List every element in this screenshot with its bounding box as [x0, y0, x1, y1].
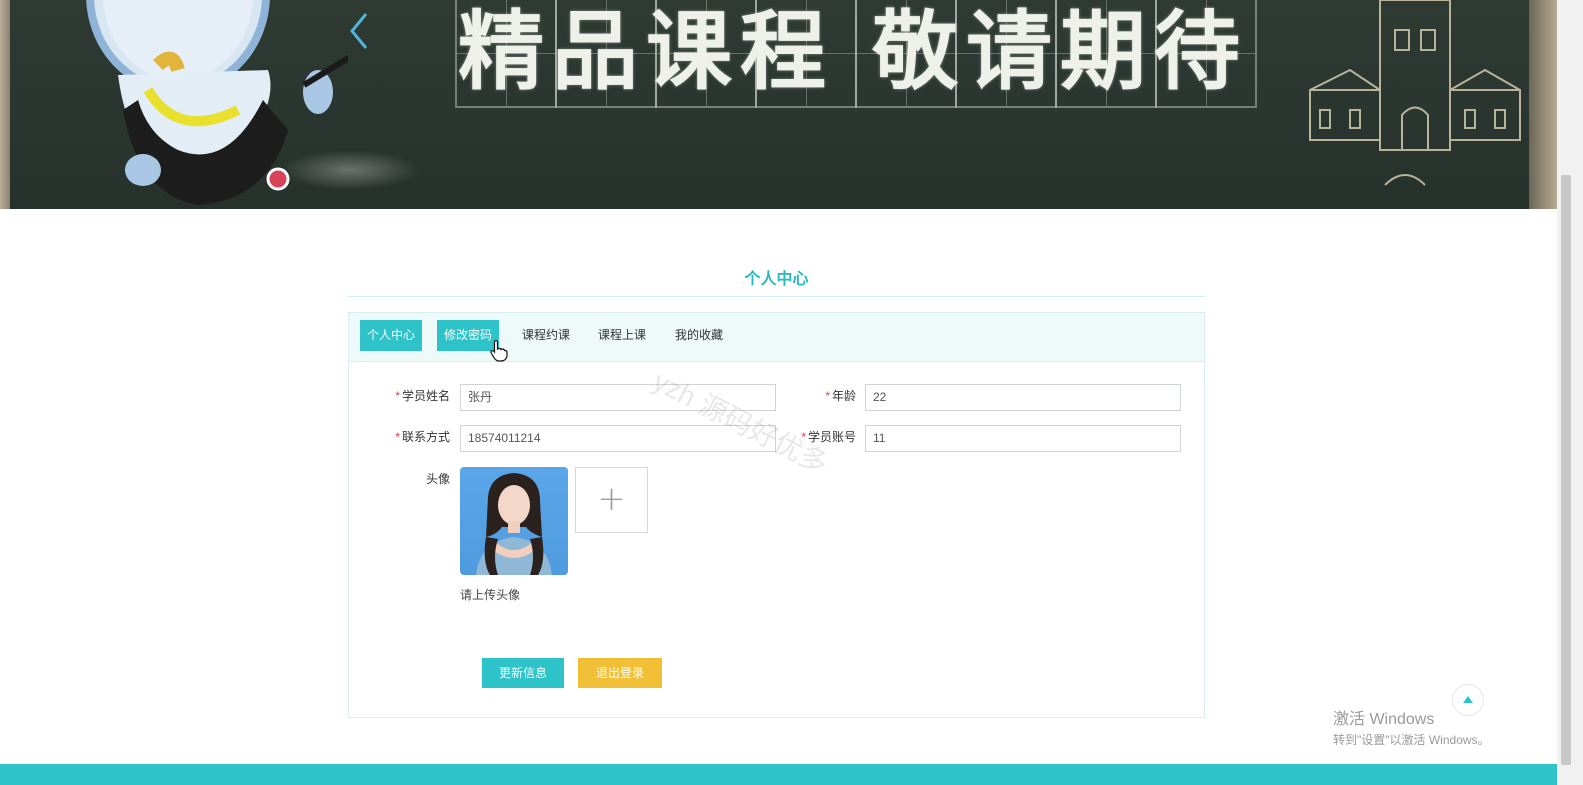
account-label: * 学员账号	[801, 430, 856, 444]
logout-button[interactable]: 退出登录	[578, 658, 662, 688]
arrow-up-icon	[1463, 696, 1473, 703]
banner-frame-left	[0, 0, 10, 209]
phone-field[interactable]: 18574011214	[460, 425, 776, 452]
avatar	[460, 467, 568, 575]
banner: 精品课程 敬请期待	[0, 0, 1557, 209]
required-mark: *	[395, 389, 400, 403]
tab-profile[interactable]: 个人中心	[360, 320, 423, 351]
banner-frame-right	[1529, 0, 1557, 209]
castle-illustration	[1309, 0, 1521, 186]
required-mark: *	[801, 430, 806, 444]
age-label: * 年龄	[825, 389, 856, 403]
hand-cursor-icon	[490, 340, 508, 362]
tab-favorites[interactable]: 我的收藏	[668, 320, 730, 351]
avatar-photo	[476, 473, 552, 575]
avatar-upload-hint: 请上传头像	[460, 588, 521, 602]
chevron-left-icon[interactable]	[344, 8, 374, 54]
tab-course-booking[interactable]: 课程约课	[515, 320, 577, 351]
avatar-upload-button[interactable]: +	[575, 467, 648, 533]
page-title: 个人中心	[744, 269, 809, 288]
scrollbar-thumb[interactable]	[1561, 175, 1571, 765]
scrollbar[interactable]	[1557, 0, 1583, 785]
avatar-label: 头像	[425, 472, 450, 486]
banner-title: 精品课程 敬请期待	[458, 1, 1248, 102]
age-field[interactable]: 22	[865, 384, 1181, 411]
name-label: * 学员姓名	[395, 389, 450, 403]
name-field[interactable]: 张丹	[460, 384, 776, 411]
tab-course-attendance[interactable]: 课程上课	[591, 320, 653, 351]
tab-bar: 个人中心 修改密码 课程约课 课程上课 我的收藏	[349, 313, 1204, 362]
windows-activation-title: 激活 Windows	[1333, 711, 1435, 728]
required-mark: *	[395, 430, 400, 444]
required-mark: *	[825, 389, 830, 403]
update-info-button[interactable]: 更新信息	[482, 658, 564, 688]
phone-label: * 联系方式	[395, 430, 450, 444]
footer-bar	[0, 764, 1557, 785]
plus-icon: +	[597, 479, 626, 519]
account-field[interactable]: 11	[865, 425, 1181, 452]
windows-activation-subtitle: 转到"设置"以激活 Windows。	[1333, 733, 1490, 747]
chalk-smudge	[280, 150, 420, 190]
title-divider	[348, 296, 1205, 297]
windows-activation-notice: 激活 Windows 转到"设置"以激活 Windows。	[1333, 709, 1490, 749]
